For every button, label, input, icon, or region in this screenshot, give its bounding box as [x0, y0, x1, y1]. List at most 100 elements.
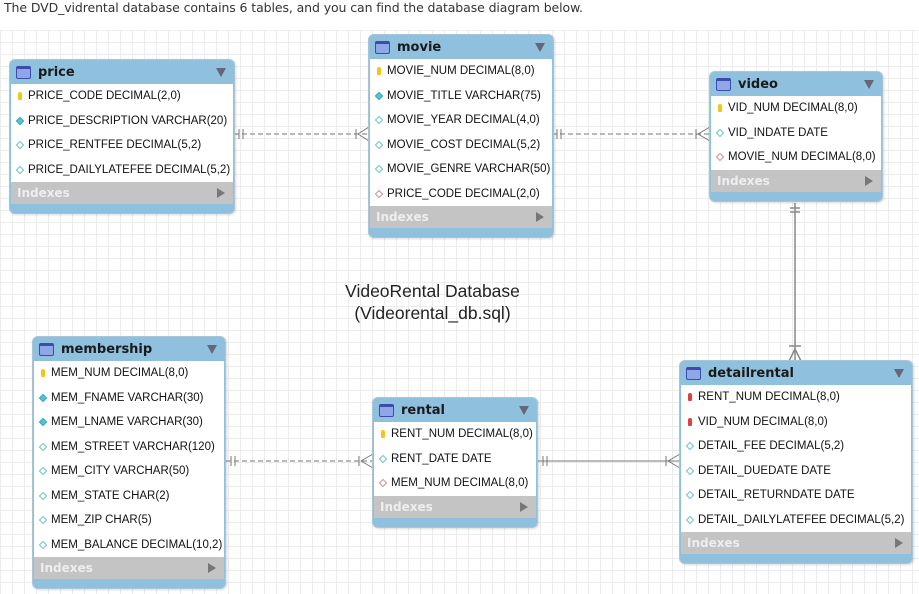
column-row[interactable]: MEM_ZIP CHAR(5) [34, 508, 224, 533]
column-definition: PRICE_DESCRIPTION VARCHAR(20) [28, 114, 228, 127]
column-row[interactable]: MOVIE_COST DECIMAL(5,2) [370, 133, 552, 158]
column-row[interactable]: MOVIE_YEAR DECIMAL(4,0) [370, 108, 552, 133]
column-row[interactable]: MEM_LNAME VARCHAR(30) [34, 410, 224, 435]
table-header[interactable]: detailrental [680, 361, 912, 385]
expand-arrow-icon[interactable] [536, 212, 544, 222]
table-header[interactable]: price [10, 60, 234, 84]
columns-list: MEM_NUM DECIMAL(8,0) MEM_FNAME VARCHAR(30… [34, 361, 224, 557]
columns-list: PRICE_CODE DECIMAL(2,0) PRICE_DESCRIPTION… [11, 84, 233, 182]
column-row[interactable]: MOVIE_GENRE VARCHAR(50) [370, 157, 552, 182]
column-definition: MEM_NUM DECIMAL(8,0) [51, 367, 189, 380]
column-row[interactable]: MEM_FNAME VARCHAR(30) [34, 386, 224, 411]
collapse-arrow-icon[interactable] [864, 79, 874, 89]
expand-arrow-icon[interactable] [895, 538, 903, 548]
table-header[interactable]: rental [373, 398, 537, 422]
columns-list: RENT_NUM DECIMAL(8,0) RENT_DATE DATE MEM_N… [374, 422, 536, 496]
column-row[interactable]: MOVIE_NUM DECIMAL(8,0) [711, 145, 881, 170]
nullable-column-icon [374, 116, 384, 125]
nullable-column-icon [374, 140, 384, 149]
collapse-arrow-icon[interactable] [535, 42, 545, 52]
column-row[interactable]: MEM_NUM DECIMAL(8,0) [34, 361, 224, 386]
column-row[interactable]: MEM_CITY VARCHAR(50) [34, 459, 224, 484]
table-price[interactable]: price PRICE_CODE DECIMAL(2,0) PRICE_DESCRI… [9, 59, 235, 214]
column-row[interactable]: MOVIE_TITLE VARCHAR(75) [370, 84, 552, 109]
nullable-column-icon [15, 141, 25, 150]
nullable-column-icon [38, 540, 48, 549]
columns-list: MOVIE_NUM DECIMAL(8,0) MOVIE_TITLE VARCHA… [370, 59, 552, 206]
column-row[interactable]: MEM_NUM DECIMAL(8,0) [374, 471, 536, 496]
column-definition: MEM_STREET VARCHAR(120) [51, 440, 215, 453]
columns-list: RENT_NUM DECIMAL(8,0) VID_NUM DECIMAL(8,0… [681, 385, 911, 532]
column-row[interactable]: DETAIL_FEE DECIMAL(5,2) [681, 434, 911, 459]
column-definition: RENT_NUM DECIMAL(8,0) [391, 428, 533, 441]
table-name: price [38, 64, 75, 80]
column-row[interactable]: VID_INDATE DATE [711, 121, 881, 146]
indexes-section[interactable]: Indexes [374, 495, 536, 518]
table-footer [710, 192, 882, 201]
column-row[interactable]: MEM_STREET VARCHAR(120) [34, 435, 224, 460]
nullable-column-icon [685, 466, 695, 475]
column-definition: MEM_ZIP CHAR(5) [51, 514, 152, 527]
column-row[interactable]: PRICE_DAILYLATEFEE DECIMAL(5,2) [11, 158, 233, 183]
column-row[interactable]: PRICE_CODE DECIMAL(2,0) [11, 84, 233, 109]
column-row[interactable]: PRICE_RENTFEE DECIMAL(5,2) [11, 133, 233, 158]
table-icon [716, 77, 731, 91]
column-row[interactable]: PRICE_DESCRIPTION VARCHAR(20) [11, 109, 233, 134]
column-definition: VID_INDATE DATE [728, 126, 828, 139]
column-row[interactable]: RENT_DATE DATE [374, 447, 536, 472]
nullable-column-icon [374, 165, 384, 174]
column-row[interactable]: PRICE_CODE DECIMAL(2,0) [370, 182, 552, 207]
column-row[interactable]: MEM_STATE CHAR(2) [34, 484, 224, 509]
caption-filename: (Videorental_db.sql) [354, 303, 511, 323]
column-row[interactable]: DETAIL_DAILYLATEFEE DECIMAL(5,2) [681, 508, 911, 533]
column-definition: DETAIL_FEE DECIMAL(5,2) [698, 440, 845, 453]
expand-arrow-icon[interactable] [217, 188, 225, 198]
table-footer [369, 228, 553, 237]
indexes-label: Indexes [380, 499, 433, 514]
column-row[interactable]: DETAIL_RETURNDATE DATE [681, 483, 911, 508]
table-footer [33, 579, 225, 588]
nullable-column-icon [685, 515, 695, 524]
column-definition: MOVIE_NUM DECIMAL(8,0) [387, 65, 535, 78]
column-row[interactable]: MEM_BALANCE DECIMAL(10,2) [34, 533, 224, 558]
collapse-arrow-icon[interactable] [207, 344, 217, 354]
collapse-arrow-icon[interactable] [519, 405, 529, 415]
table-icon [686, 366, 701, 380]
column-definition: MOVIE_NUM DECIMAL(8,0) [728, 151, 876, 164]
indexes-label: Indexes [687, 536, 740, 550]
table-detailrental[interactable]: detailrental RENT_NUM DECIMAL(8,0) VID_NUM… [679, 360, 913, 564]
indexes-label: Indexes [376, 210, 429, 224]
column-row[interactable]: RENT_NUM DECIMAL(8,0) [681, 385, 911, 410]
collapse-arrow-icon[interactable] [216, 67, 226, 77]
indexes-section[interactable]: Indexes [11, 182, 233, 204]
nullable-column-icon [38, 442, 48, 451]
primary-key-icon [15, 92, 25, 101]
table-membership[interactable]: membership MEM_NUM DECIMAL(8,0) MEM_FNAME … [32, 336, 226, 589]
column-definition: MEM_FNAME VARCHAR(30) [51, 391, 204, 404]
table-header[interactable]: movie [369, 35, 553, 59]
expand-arrow-icon[interactable] [208, 563, 216, 573]
column-definition: MOVIE_GENRE VARCHAR(50) [387, 163, 551, 176]
column-definition: MEM_LNAME VARCHAR(30) [51, 416, 203, 429]
table-movie[interactable]: movie MOVIE_NUM DECIMAL(8,0) MOVIE_TITLE V… [368, 34, 554, 238]
table-rental[interactable]: rental RENT_NUM DECIMAL(8,0) RENT_DATE DAT… [372, 397, 538, 528]
table-video[interactable]: video VID_NUM DECIMAL(8,0) VID_INDATE DATE… [709, 71, 883, 202]
indexes-section[interactable]: Indexes [370, 206, 552, 228]
table-icon [375, 40, 390, 54]
table-header[interactable]: membership [33, 337, 225, 361]
nullable-column-icon [38, 516, 48, 525]
indexes-section[interactable]: Indexes [681, 532, 911, 554]
table-header[interactable]: video [710, 72, 882, 96]
expand-arrow-icon[interactable] [520, 501, 528, 512]
indexes-section[interactable]: Indexes [711, 169, 881, 192]
indexes-section[interactable]: Indexes [34, 557, 224, 579]
table-name: detailrental [708, 365, 794, 381]
column-row[interactable]: RENT_NUM DECIMAL(8,0) [374, 422, 536, 447]
column-row[interactable]: VID_NUM DECIMAL(8,0) [711, 96, 881, 121]
column-row[interactable]: MOVIE_NUM DECIMAL(8,0) [370, 59, 552, 84]
column-row[interactable]: VID_NUM DECIMAL(8,0) [681, 410, 911, 435]
column-row[interactable]: DETAIL_DUEDATE DATE [681, 459, 911, 484]
expand-arrow-icon[interactable] [865, 175, 873, 186]
primary-key-icon [38, 369, 48, 378]
collapse-arrow-icon[interactable] [894, 368, 904, 378]
